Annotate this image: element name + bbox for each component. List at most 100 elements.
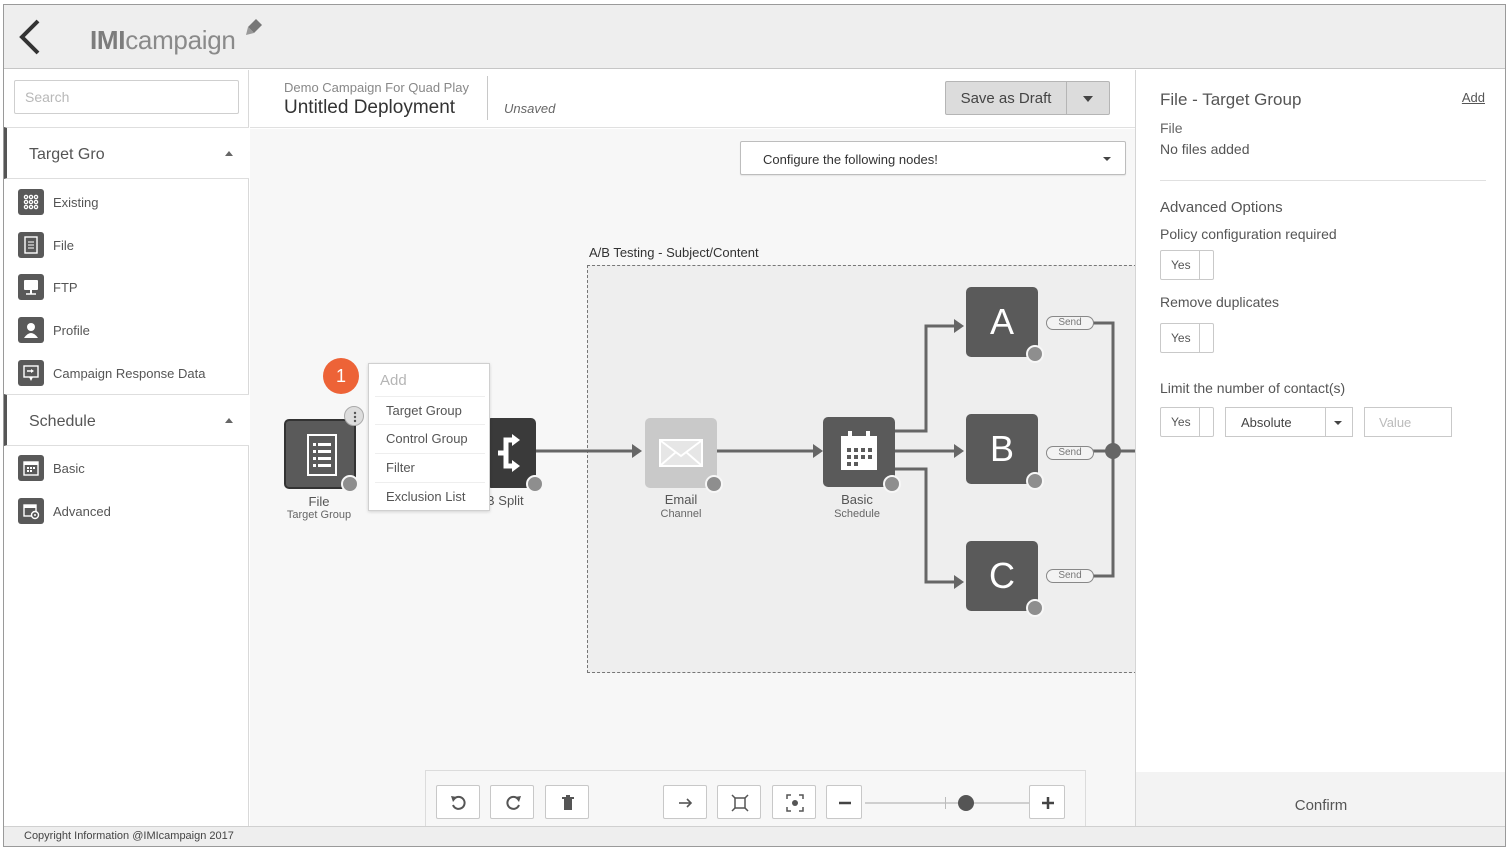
- calendar-gear-icon: [18, 498, 44, 524]
- back-button[interactable]: [12, 17, 48, 57]
- toggle-label: Yes: [1171, 258, 1191, 272]
- zoom-slider-track[interactable]: [865, 802, 1029, 804]
- send-tag: Send: [1046, 316, 1094, 330]
- section-label: Schedule: [29, 413, 96, 430]
- sidebar-item-profile[interactable]: Profile: [18, 316, 246, 344]
- node-title: Email: [664, 492, 698, 507]
- zoom-in-icon: [1042, 797, 1054, 809]
- fit-screen-icon: [731, 794, 749, 812]
- sidebar-item-label: Existing: [53, 195, 99, 210]
- sidebar-item-ftp[interactable]: FTP: [18, 273, 246, 301]
- section-label: Target Gro: [29, 146, 105, 163]
- zoom-slider-handle[interactable]: [958, 795, 974, 811]
- fit-screen-button[interactable]: [717, 785, 761, 819]
- sidebar-item-label: Campaign Response Data: [53, 366, 206, 381]
- menu-item-filter[interactable]: Filter: [375, 453, 485, 481]
- trash-icon: [562, 795, 574, 810]
- calendar-icon: [841, 431, 877, 470]
- chevron-left-icon: [19, 19, 40, 55]
- menu-item-target-group[interactable]: Target Group: [375, 396, 485, 424]
- sidebar-item-existing[interactable]: Existing: [18, 188, 246, 216]
- toggle-knob: [1199, 408, 1213, 436]
- select-separator: [1325, 408, 1326, 436]
- menu-item-control-group[interactable]: Control Group: [375, 424, 485, 452]
- toggle-knob: [1199, 251, 1213, 279]
- sidebar-item-label: Profile: [53, 323, 90, 338]
- caret-up-icon: [225, 418, 233, 423]
- response-icon: [18, 360, 44, 386]
- node-palette-sidebar: Target Gro Existing File FTP Profile Cam…: [4, 70, 249, 826]
- save-options-dropdown[interactable]: [1066, 81, 1110, 115]
- node-variant-c[interactable]: C: [966, 541, 1038, 611]
- policy-toggle[interactable]: Yes: [1160, 250, 1214, 280]
- caret-down-icon: [1334, 421, 1342, 425]
- canvas-toolbar: [425, 770, 1086, 826]
- zoom-out-button[interactable]: [826, 785, 862, 819]
- remove-duplicates-toggle[interactable]: Yes: [1160, 323, 1214, 353]
- undo-button[interactable]: [436, 785, 480, 819]
- deployment-name[interactable]: Untitled Deployment: [284, 97, 455, 119]
- zoom-default-tick: [945, 797, 946, 809]
- more-vertical-icon: [353, 411, 357, 423]
- panel-title: File - Target Group: [1160, 90, 1302, 109]
- campaign-name: Demo Campaign For Quad Play: [284, 80, 469, 95]
- section-target-group[interactable]: Target Gro: [4, 127, 249, 179]
- sidebar-item-label: File: [53, 238, 74, 253]
- node-title: Basic: [841, 492, 873, 507]
- search-input[interactable]: [14, 80, 239, 114]
- center-focus-button[interactable]: [772, 785, 816, 819]
- limit-contacts-toggle[interactable]: Yes: [1160, 407, 1214, 437]
- node-basic-schedule[interactable]: [823, 417, 895, 487]
- sidebar-item-basic[interactable]: Basic: [18, 454, 246, 482]
- undo-icon: [451, 795, 466, 810]
- toggle-label: Yes: [1171, 331, 1191, 345]
- add-node-menu: Add Target Group Control Group Filter Ex…: [368, 363, 490, 511]
- zoom-out-icon: [839, 801, 851, 805]
- sidebar-item-advanced[interactable]: Advanced: [18, 497, 246, 525]
- confirm-label: Confirm: [1294, 797, 1348, 814]
- file-value: No files added: [1160, 141, 1250, 157]
- node-output-port[interactable]: [1026, 345, 1044, 363]
- delete-button[interactable]: [545, 785, 589, 819]
- select-value: Absolute: [1241, 415, 1292, 430]
- toggle-knob: [1199, 324, 1213, 352]
- node-output-port[interactable]: [705, 475, 723, 493]
- redo-button[interactable]: [490, 785, 534, 819]
- sidebar-item-label: FTP: [53, 280, 78, 295]
- sidebar-item-label: Basic: [53, 461, 85, 476]
- duplicates-label: Remove duplicates: [1160, 294, 1280, 310]
- sidebar-item-file[interactable]: File: [18, 231, 246, 259]
- save-as-draft-button[interactable]: Save as Draft: [945, 81, 1067, 115]
- sidebar-item-label: Advanced: [53, 504, 111, 519]
- confirm-button[interactable]: Confirm: [1136, 772, 1505, 826]
- center-focus-icon: [786, 794, 804, 812]
- limit-value-input[interactable]: [1364, 407, 1452, 437]
- workflow-canvas[interactable]: Configure the following nodes! A/B Testi…: [250, 129, 1135, 826]
- node-output-port[interactable]: [341, 475, 359, 493]
- caret-down-icon: [1083, 96, 1093, 102]
- node-output-port[interactable]: [526, 475, 544, 493]
- section-schedule[interactable]: Schedule: [4, 394, 249, 446]
- server-icon: [18, 274, 44, 300]
- add-file-link[interactable]: Add: [1462, 90, 1485, 105]
- node-output-port[interactable]: [1026, 599, 1044, 617]
- node-title: File: [308, 494, 330, 509]
- node-output-port[interactable]: [1026, 472, 1044, 490]
- limit-contacts-label: Limit the number of contact(s): [1160, 380, 1346, 396]
- calendar-icon: [18, 455, 44, 481]
- node-variant-b[interactable]: B: [966, 414, 1038, 484]
- node-output-port[interactable]: [883, 475, 901, 493]
- zoom-in-button[interactable]: [1029, 785, 1065, 819]
- toggle-label: Yes: [1171, 415, 1191, 429]
- menu-item-exclusion-list[interactable]: Exclusion List: [375, 482, 485, 510]
- top-bar: IMIcampaign: [4, 5, 1505, 69]
- connect-button[interactable]: [663, 785, 707, 819]
- node-menu-button[interactable]: [344, 406, 364, 426]
- node-subtitle: Schedule: [834, 508, 880, 520]
- sidebar-item-campaign-response-data[interactable]: Campaign Response Data: [18, 359, 246, 387]
- copyright-text: Copyright Information @IMIcampaign 2017: [24, 830, 234, 842]
- node-variant-a[interactable]: A: [966, 287, 1038, 357]
- limit-type-select[interactable]: Absolute: [1225, 407, 1353, 437]
- envelope-icon: [659, 439, 703, 467]
- app-logo: IMIcampaign: [90, 25, 236, 55]
